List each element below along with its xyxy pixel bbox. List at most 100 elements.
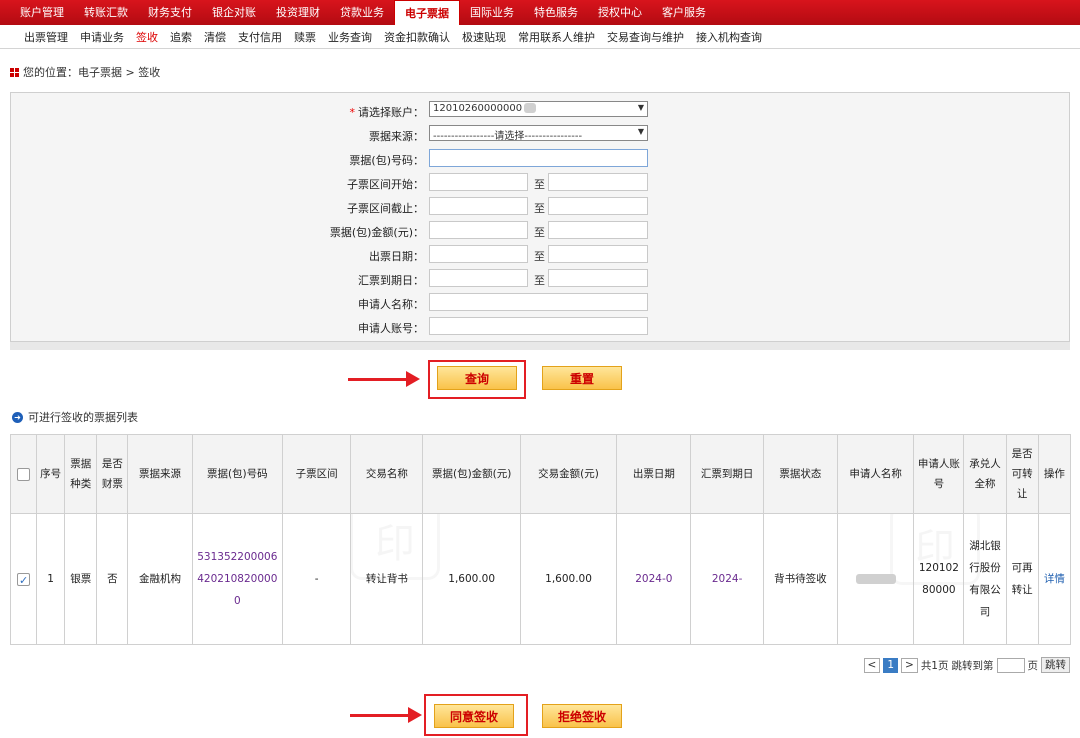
jump-page-input[interactable] xyxy=(996,657,1025,673)
query-button[interactable]: 查询 xyxy=(437,366,517,390)
account-label: * 请选择账户： xyxy=(349,106,425,119)
select-all-checkbox[interactable] xyxy=(17,467,31,481)
applicant-name-input[interactable] xyxy=(429,293,648,311)
column-header: 出票日期 xyxy=(616,434,692,514)
sub-nav-item[interactable]: 清偿 xyxy=(198,29,232,45)
amount-row: 票据(包)金额(元)： 至 xyxy=(11,221,1069,241)
column-header: 申请人账号 xyxy=(913,434,965,514)
jump-prefix: 跳转到第 xyxy=(951,659,994,672)
top-nav-item-active[interactable]: 电子票据 xyxy=(394,0,460,25)
to-label: 至 xyxy=(534,202,545,215)
reject-sign-button[interactable]: 拒绝签收 xyxy=(542,704,622,728)
column-header: 是否可转让 xyxy=(1005,434,1039,514)
top-nav-item[interactable]: 授权中心 xyxy=(588,0,652,25)
sub-nav-item[interactable]: 赎票 xyxy=(288,29,322,45)
top-nav-item[interactable]: 客户服务 xyxy=(652,0,716,25)
issue-date-to-input[interactable] xyxy=(548,245,648,263)
cell-transferable: 可再转让 xyxy=(1005,513,1039,645)
sub-end-from-input[interactable] xyxy=(429,197,528,215)
cell-is-fin: 否 xyxy=(96,513,129,645)
cell-sub-range: - xyxy=(281,513,352,645)
list-title-text: 可进行签收的票据列表 xyxy=(28,411,138,424)
row-checkbox-cell[interactable] xyxy=(9,513,38,645)
cell-applicant-name xyxy=(836,513,915,645)
column-header: 操作 xyxy=(1037,434,1072,514)
sub-nav-item[interactable]: 常用联系人维护 xyxy=(512,29,601,45)
issue-date-label: 出票日期： xyxy=(369,250,424,263)
sub-end-to-input[interactable] xyxy=(548,197,648,215)
annotation-arrow-head xyxy=(408,707,422,723)
to-label: 至 xyxy=(534,250,545,263)
query-form: * 请选择账户： 12010260000000 ▼ 票据来源： ---------… xyxy=(10,92,1070,342)
agree-sign-button[interactable]: 同意签收 xyxy=(434,704,514,728)
amount-from-input[interactable] xyxy=(429,221,528,239)
bill-no-input[interactable] xyxy=(429,149,648,167)
applicant-name-row: 申请人名称： xyxy=(11,293,1069,313)
top-nav-item[interactable]: 转账汇款 xyxy=(74,0,138,25)
top-nav-item[interactable]: 特色服务 xyxy=(524,0,588,25)
due-date-label: 汇票到期日： xyxy=(358,274,424,287)
table-row[interactable]: 1 银票 否 金融机构 5313522000064202108200000 - … xyxy=(9,513,1072,645)
cell-trade-name: 转让背书 xyxy=(350,513,424,645)
form-divider xyxy=(10,342,1070,350)
sub-nav-item[interactable]: 支付信用 xyxy=(232,29,288,45)
column-header: 票据种类 xyxy=(64,434,98,514)
sub-nav-item[interactable]: 追索 xyxy=(164,29,198,45)
due-date-from-input[interactable] xyxy=(429,269,528,287)
top-nav-item[interactable]: 银企对账 xyxy=(202,0,266,25)
sub-nav-item[interactable]: 申请业务 xyxy=(74,29,130,45)
to-label: 至 xyxy=(534,178,545,191)
sub-nav-item[interactable]: 出票管理 xyxy=(18,29,74,45)
sub-nav-item[interactable]: 接入机构查询 xyxy=(690,29,768,45)
top-nav-item[interactable]: 财务支付 xyxy=(138,0,202,25)
issue-date-from-input[interactable] xyxy=(429,245,528,263)
reset-button[interactable]: 重置 xyxy=(542,366,622,390)
sub-start-label: 子票区间开始： xyxy=(347,178,424,191)
column-header: 汇票到期日 xyxy=(690,434,764,514)
cell-status: 背书待签收 xyxy=(762,513,839,645)
sub-nav-item[interactable]: 业务查询 xyxy=(322,29,378,45)
annotation-arrow-head xyxy=(406,371,420,387)
cell-applicant-acct: 12010280000 xyxy=(913,513,965,645)
current-page[interactable]: 1 xyxy=(883,657,898,673)
top-nav-item[interactable]: 贷款业务 xyxy=(330,0,394,25)
cell-trade-amount: 1,600.00 xyxy=(519,513,618,645)
jump-button[interactable]: 跳转 xyxy=(1041,657,1070,673)
cell-seq: 1 xyxy=(36,513,66,645)
column-header: 序号 xyxy=(36,434,66,514)
account-select[interactable]: 12010260000000 ▼ xyxy=(429,101,648,117)
cell-source: 金融机构 xyxy=(127,513,193,645)
prev-page-button[interactable]: < xyxy=(863,657,881,673)
detail-link[interactable]: 详情 xyxy=(1037,513,1072,645)
column-header: 交易金额(元) xyxy=(519,434,618,514)
sub-nav-item-active[interactable]: 签收 xyxy=(130,29,164,45)
annotation-arrow xyxy=(348,378,408,381)
top-nav-item[interactable]: 投资理财 xyxy=(266,0,330,25)
top-nav-item[interactable]: 国际业务 xyxy=(460,0,524,25)
sub-nav-item[interactable]: 极速贴现 xyxy=(456,29,512,45)
cell-bill-no[interactable]: 5313522000064202108200000 xyxy=(191,513,283,645)
due-date-to-input[interactable] xyxy=(548,269,648,287)
dropdown-arrow-icon: ▼ xyxy=(637,127,644,136)
column-header: 是否财票 xyxy=(96,434,129,514)
row-checkbox[interactable] xyxy=(17,570,31,592)
sub-start-from-input[interactable] xyxy=(429,173,528,191)
amount-to-input[interactable] xyxy=(548,221,648,239)
sub-end-label: 子票区间截止： xyxy=(347,202,424,215)
issue-date-row: 出票日期： 至 xyxy=(11,245,1069,265)
top-nav-item[interactable]: 账户管理 xyxy=(10,0,74,25)
source-select[interactable]: -----------------请选择---------------- ▼ xyxy=(429,125,648,141)
breadcrumb: 您的位置：电子票据 > 签收 xyxy=(10,64,160,80)
applicant-acct-row: 申请人账号： xyxy=(11,317,1069,337)
arrow-circle-icon: ➜ xyxy=(12,411,23,423)
applicant-acct-input[interactable] xyxy=(429,317,648,335)
next-page-button[interactable]: > xyxy=(901,657,918,673)
top-nav: 账户管理 转账汇款 财务支付 银企对账 投资理财 贷款业务 电子票据 国际业务 … xyxy=(0,0,1080,25)
sub-nav-item[interactable]: 交易查询与维护 xyxy=(601,29,690,45)
cell-issue-date: 2024-0 xyxy=(616,513,692,645)
select-all-header[interactable] xyxy=(9,434,38,514)
sub-nav-item[interactable]: 资金扣款确认 xyxy=(378,29,456,45)
sub-start-to-input[interactable] xyxy=(548,173,648,191)
sub-end-row: 子票区间截止： 至 xyxy=(11,197,1069,217)
applicant-acct-label: 申请人账号： xyxy=(358,322,424,335)
